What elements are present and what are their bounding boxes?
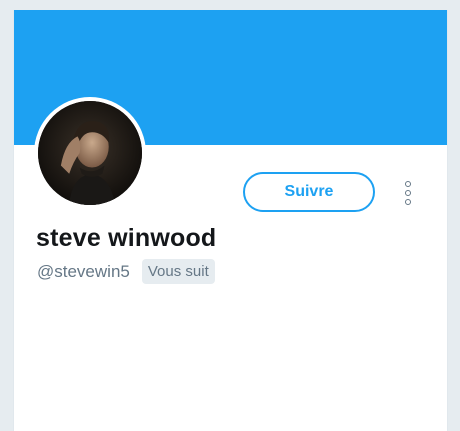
avatar-image-icon xyxy=(38,101,142,205)
page: Suivre steve winwood @stevewin5 Vous sui… xyxy=(0,0,460,431)
profile-card: Suivre steve winwood @stevewin5 Vous sui… xyxy=(13,10,448,431)
avatar[interactable] xyxy=(34,97,146,209)
display-name[interactable]: steve winwood xyxy=(36,224,216,253)
avatar-photo xyxy=(38,101,142,205)
follows-you-badge: Vous suit xyxy=(141,259,215,284)
handle-row: @stevewin5 Vous suit xyxy=(37,259,215,284)
more-dot xyxy=(405,199,411,205)
follow-button[interactable]: Suivre xyxy=(243,172,375,212)
more-dot xyxy=(405,181,411,187)
more-dot xyxy=(405,190,411,196)
more-options-icon[interactable] xyxy=(397,178,419,208)
user-handle[interactable]: @stevewin5 xyxy=(37,262,130,282)
